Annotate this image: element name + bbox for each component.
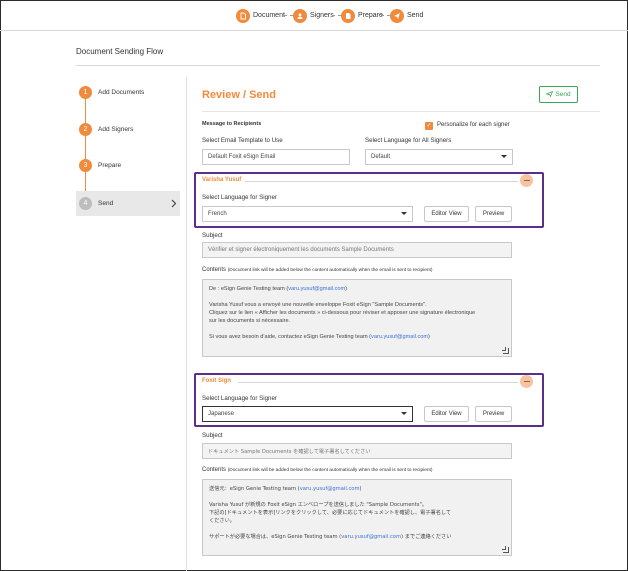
send-button[interactable]: Send: [539, 86, 578, 103]
step-number: 1: [79, 86, 92, 99]
top-stepper: Document Signers Prepare Send: [0, 0, 628, 31]
body-line: ください。: [209, 518, 235, 524]
signer-language-label: Select Language for Signer: [202, 395, 277, 402]
email-link[interactable]: varu.yusuf@gmail.com: [341, 534, 401, 540]
signer-language-value: French: [208, 211, 227, 217]
all-language-label: Select Language for All Signers: [365, 137, 452, 144]
signer-language-value: Japanese: [208, 411, 235, 417]
preview-button[interactable]: Preview: [475, 206, 512, 222]
body-line: Varisha Yusuf が新規の Foxit eSign エンベロープを送信…: [209, 502, 428, 508]
step-label: Add Documents: [98, 89, 145, 96]
step-connector: [284, 15, 293, 16]
subject-field[interactable]: Vérifier et signer électroniquement les …: [202, 242, 512, 258]
body-line: sur les documents si nécessaire.: [209, 318, 291, 324]
top-step-label: Signers: [310, 12, 334, 19]
divider: [202, 111, 600, 112]
from-line: De : eSign Genie Testing team (varu.yusu…: [209, 286, 348, 292]
step-label: Add Signers: [98, 126, 134, 133]
personalize-label: Personalize for each signer: [437, 122, 510, 128]
signer-language-select[interactable]: French: [202, 206, 413, 222]
chevron-right-icon: [171, 199, 177, 210]
send-icon: [390, 8, 404, 23]
email-link[interactable]: varu.yusuf@gmail.com: [371, 334, 428, 340]
subject-field[interactable]: ドキュメント Sample Documents を確認して電子署名してください: [202, 443, 512, 459]
body-line: Cliquez sur le lien « Afficher les docum…: [209, 310, 476, 316]
left-step-add-signers[interactable]: 2 Add Signers: [79, 123, 133, 136]
chevron-down-icon: [401, 212, 407, 215]
user-icon: [293, 8, 307, 23]
signer-language-select[interactable]: Japanese: [202, 406, 413, 422]
left-step-add-documents[interactable]: 1 Add Documents: [79, 86, 144, 99]
all-language-value: Default: [371, 154, 391, 160]
subject-label: Subject: [202, 432, 223, 439]
chevron-down-icon: [401, 412, 407, 415]
step-label: Send: [98, 200, 114, 207]
email-template-input[interactable]: Default Foxit eSign Email: [202, 149, 350, 165]
divider: [76, 65, 600, 66]
resize-grip-icon[interactable]: [502, 347, 509, 354]
review-send-title: Review / Send: [202, 89, 276, 101]
step-connector: [381, 15, 390, 16]
step-number: 2: [79, 123, 92, 136]
email-link[interactable]: varu.yusuf@gmail.com: [288, 286, 345, 292]
from-line: 送信元：eSign Genie Testing team (varu.yusuf…: [209, 486, 362, 492]
step-label: Prepare: [98, 162, 122, 169]
top-step-label: Prepare: [358, 12, 383, 19]
send-icon: [545, 90, 554, 99]
step-line: [85, 136, 86, 160]
file-icon: [341, 8, 355, 23]
chevron-down-icon: [501, 155, 507, 158]
contents-label: Contents (Document link will be added be…: [202, 467, 432, 473]
page-title: Document Sending Flow: [76, 47, 164, 56]
top-step-label: Send: [407, 12, 424, 19]
preview-button[interactable]: Preview: [475, 406, 512, 422]
send-button-label: Send: [555, 91, 571, 98]
contents-textarea[interactable]: 送信元：eSign Genie Testing team (varu.yusuf…: [202, 479, 512, 556]
top-step-prepare[interactable]: Prepare: [341, 8, 383, 23]
editor-view-button[interactable]: Editor View: [424, 406, 469, 422]
subject-label: Subject: [202, 232, 223, 239]
contents-note: (Document link will be added below the c…: [227, 468, 433, 473]
top-step-signers[interactable]: Signers: [293, 8, 334, 23]
contents-title: Contents: [202, 267, 227, 273]
step-connector: [332, 15, 341, 16]
contents-textarea[interactable]: De : eSign Genie Testing team (varu.yusu…: [202, 279, 512, 357]
top-step-send[interactable]: Send: [390, 8, 423, 23]
body-line: 下記の[ドキュメントを表示]リンクをクリックして、必要に応じてドキュメントを確認…: [209, 510, 452, 516]
step-line: [85, 99, 86, 124]
all-language-select[interactable]: Default: [365, 149, 513, 165]
step-number: 3: [79, 159, 92, 172]
email-link[interactable]: varu.yusuf@gmail.com: [300, 486, 360, 492]
template-label: Select Email Template to Use: [202, 137, 283, 144]
contents-title: Contents: [202, 467, 227, 473]
top-step-label: Document: [253, 12, 285, 19]
left-step-send[interactable]: 4 Send: [79, 197, 113, 210]
resize-grip-icon[interactable]: [502, 546, 509, 553]
personalize-checkbox[interactable]: ✓: [425, 122, 433, 130]
step-number: 4: [79, 197, 92, 210]
message-to-recipients-label: Message to Recipients: [202, 121, 262, 127]
left-step-prepare[interactable]: 3 Prepare: [79, 159, 121, 172]
contents-note: (Document link will be added below the c…: [227, 268, 433, 273]
help-line: Si vous avez besoin d'aide, contactez eS…: [209, 334, 430, 340]
help-line: サポートが必要な場合は、eSign Genie Testing team (va…: [209, 534, 452, 540]
editor-view-button[interactable]: Editor View: [424, 206, 469, 222]
body-line: Varisha Yusuf vous a envoyé une nouvelle…: [209, 302, 427, 308]
divider: [186, 77, 187, 571]
contents-label: Contents (Document link will be added be…: [202, 267, 432, 273]
signer-language-label: Select Language for Signer: [202, 194, 277, 201]
document-icon: [236, 8, 250, 23]
top-step-document[interactable]: Document: [236, 8, 285, 23]
